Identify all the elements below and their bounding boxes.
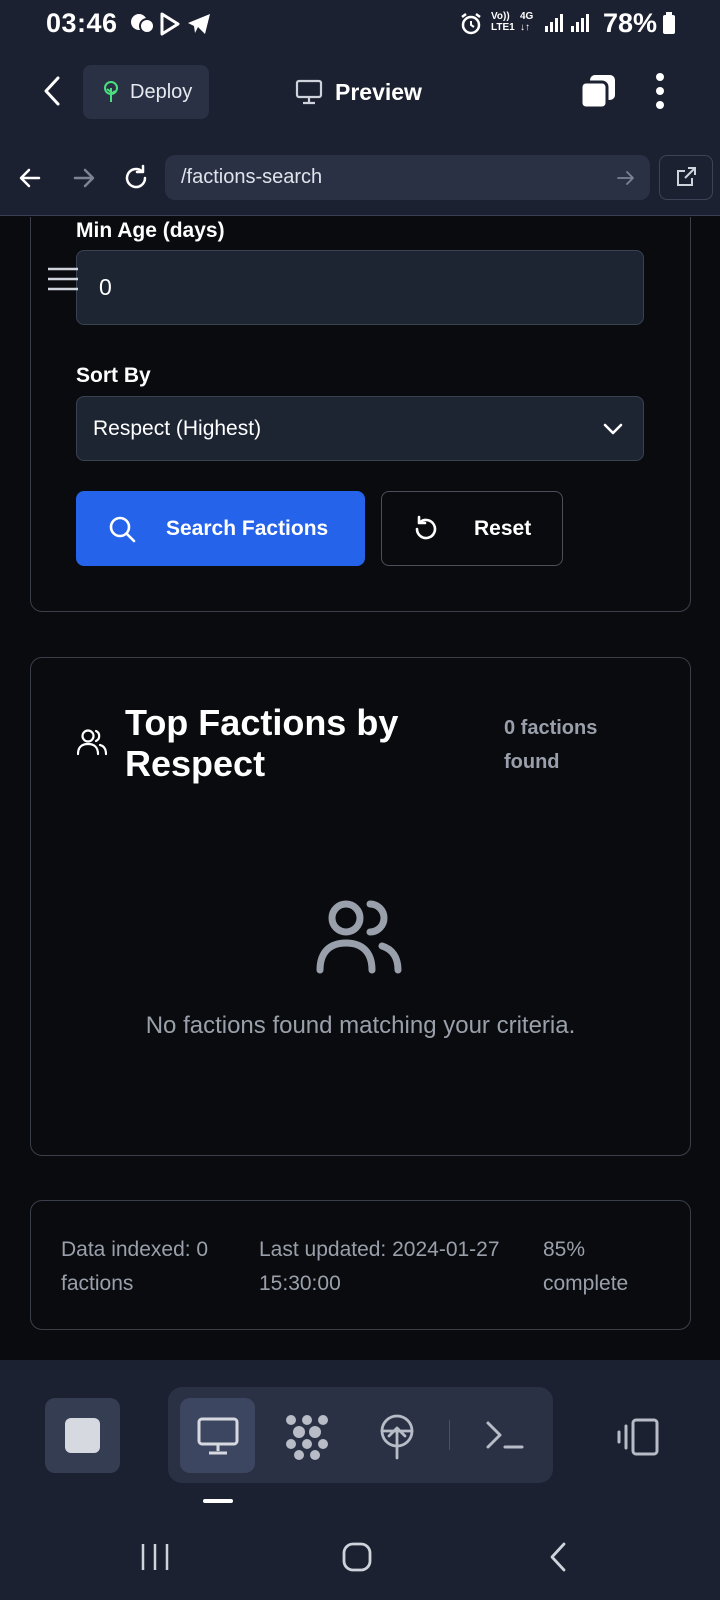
terminal-icon[interactable] (485, 1420, 525, 1450)
deploy-button[interactable]: Deploy (83, 65, 209, 119)
deploy-tree-icon (101, 80, 121, 104)
stat-last-updated: Last updated: 2024-01-27 15:30:00 (259, 1238, 500, 1295)
refresh-icon[interactable] (122, 164, 150, 192)
signal-icon (545, 12, 595, 34)
monitor-icon (295, 79, 323, 105)
search-icon (108, 515, 136, 543)
home-icon[interactable] (341, 1541, 373, 1573)
hamburger-menu-icon[interactable] (47, 267, 79, 291)
search-factions-button[interactable]: Search Factions (76, 491, 365, 566)
results-count: 0 factions found (504, 717, 598, 773)
stat-indexed: Data indexed: 0 factions (61, 1238, 209, 1295)
min-age-label: Min Age (days) (76, 219, 225, 242)
back-icon[interactable] (548, 1541, 568, 1573)
stat-progress: 85% complete (543, 1238, 629, 1295)
search-factions-label: Search Factions (166, 516, 329, 540)
tabs-icon[interactable] (578, 72, 618, 112)
url-text[interactable]: /factions-search (181, 166, 322, 189)
empty-state-message: No factions found matching your criteria… (145, 1012, 576, 1039)
go-arrow-icon[interactable] (617, 170, 635, 186)
min-age-input[interactable] (76, 250, 644, 325)
play-store-icon (159, 12, 181, 36)
chat-icon (129, 12, 155, 36)
telegram-icon (186, 12, 212, 36)
back-chevron-icon[interactable] (40, 74, 64, 108)
alarm-icon (459, 12, 483, 36)
home-indicator (203, 1499, 233, 1503)
reset-icon (412, 515, 440, 543)
external-link-icon[interactable] (675, 166, 697, 188)
chevron-down-icon (603, 422, 623, 436)
sort-by-value: Respect (Highest) (93, 416, 262, 440)
battery-icon (662, 12, 676, 34)
sort-by-label: Sort By (76, 364, 151, 387)
device-icon[interactable] (616, 1418, 660, 1456)
volte-indicator: Vo)) LTE1 (491, 11, 515, 33)
reset-label: Reset (474, 516, 532, 540)
more-vertical-icon[interactable] (655, 72, 665, 110)
workflow-icon[interactable] (283, 1414, 331, 1460)
battery-percent: 78% (603, 8, 658, 38)
users-icon (77, 728, 107, 756)
arrow-right-icon[interactable] (72, 166, 96, 190)
recents-icon[interactable] (140, 1542, 170, 1572)
status-time: 03:46 (46, 8, 118, 38)
sort-by-select[interactable]: Respect (Highest) (76, 396, 644, 461)
deploy-icon[interactable] (378, 1414, 416, 1460)
monitor-icon (196, 1416, 240, 1456)
reset-button[interactable]: Reset (381, 491, 563, 566)
arrow-left-icon[interactable] (18, 166, 42, 190)
results-title: Top Factions by Respect (125, 702, 399, 784)
preview-label: Preview (335, 78, 422, 105)
users-empty-icon (316, 896, 402, 974)
stop-icon (65, 1418, 100, 1453)
toolbar-divider (449, 1420, 450, 1450)
deploy-label: Deploy (130, 80, 193, 103)
preview-tab[interactable]: Preview (295, 72, 422, 112)
network-type: 4G ↓↑ (520, 11, 534, 33)
